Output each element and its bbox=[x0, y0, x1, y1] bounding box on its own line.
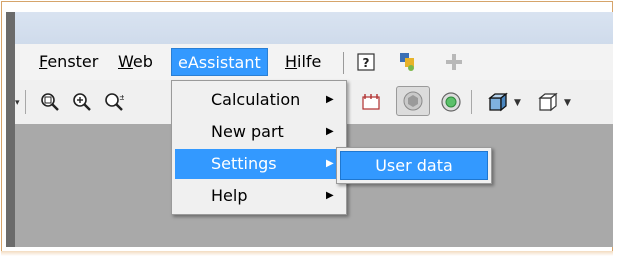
eassistant-dropdown-menu: Calculation ▶ New part ▶ Settings ▶ Help… bbox=[171, 80, 347, 215]
menu-separator bbox=[343, 52, 344, 74]
settings-submenu: User data bbox=[336, 147, 492, 184]
menu-web-label: eb bbox=[132, 52, 153, 71]
zoom-icon[interactable] bbox=[69, 90, 95, 114]
toolbar-separator bbox=[25, 90, 26, 114]
submenu-arrow-icon: ▶ bbox=[326, 94, 334, 105]
menu-web-accel: W bbox=[118, 52, 133, 71]
shaded-view-icon[interactable] bbox=[396, 86, 430, 116]
submenu-arrow-icon: ▶ bbox=[326, 190, 334, 201]
menu-item-user-data[interactable]: User data bbox=[340, 151, 488, 180]
title-bar bbox=[15, 12, 613, 44]
cube-wireframe-dropdown-icon[interactable]: ▼ bbox=[564, 98, 571, 108]
menu-eassistant[interactable]: eAssistant bbox=[171, 48, 268, 76]
menu-item-settings-label: Settings bbox=[211, 154, 277, 173]
render-view-icon[interactable] bbox=[438, 90, 464, 114]
menu-item-new-part[interactable]: New part ▶ bbox=[175, 117, 343, 147]
cube-solid-dropdown-icon[interactable]: ▼ bbox=[514, 98, 521, 108]
toolbar-separator bbox=[471, 90, 472, 114]
menu-fenster-label: enster bbox=[47, 52, 99, 71]
menu-hilfe-label: ilfe bbox=[297, 52, 322, 71]
zoom-window-icon[interactable] bbox=[37, 90, 63, 114]
zoom-dynamic-icon[interactable]: ± bbox=[101, 90, 127, 114]
submenu-arrow-icon: ▶ bbox=[326, 126, 334, 137]
svg-text:?: ? bbox=[363, 56, 370, 70]
menu-item-help-label: Help bbox=[211, 186, 248, 205]
menu-web[interactable]: Web bbox=[114, 51, 157, 73]
help-context-icon[interactable]: ? bbox=[355, 51, 377, 73]
toolbar-overflow-icon[interactable]: ▾ bbox=[15, 98, 20, 108]
svg-text:±: ± bbox=[119, 93, 124, 102]
menu-item-calculation[interactable]: Calculation ▶ bbox=[175, 85, 343, 115]
cube-wireframe-icon[interactable] bbox=[535, 90, 561, 114]
menu-bar: Fenster Web eAssistant Hilfe ? bbox=[15, 44, 613, 81]
plugin-icon[interactable] bbox=[397, 51, 419, 73]
window-left-edge bbox=[6, 12, 15, 247]
menu-fenster[interactable]: Fenster bbox=[35, 51, 102, 73]
menu-item-new-part-label: New part bbox=[211, 122, 284, 141]
menu-hilfe[interactable]: Hilfe bbox=[281, 51, 325, 73]
menu-item-calculation-label: Calculation bbox=[211, 90, 301, 109]
frame-shadow bbox=[1, 251, 613, 256]
add-icon[interactable] bbox=[443, 51, 465, 73]
menu-item-settings[interactable]: Settings ▶ bbox=[175, 149, 343, 179]
cube-solid-icon[interactable] bbox=[485, 90, 511, 114]
menu-hilfe-accel: H bbox=[285, 52, 298, 71]
section-view-icon[interactable] bbox=[358, 90, 384, 114]
menu-item-help[interactable]: Help ▶ bbox=[175, 181, 343, 211]
submenu-arrow-icon: ▶ bbox=[326, 158, 334, 169]
